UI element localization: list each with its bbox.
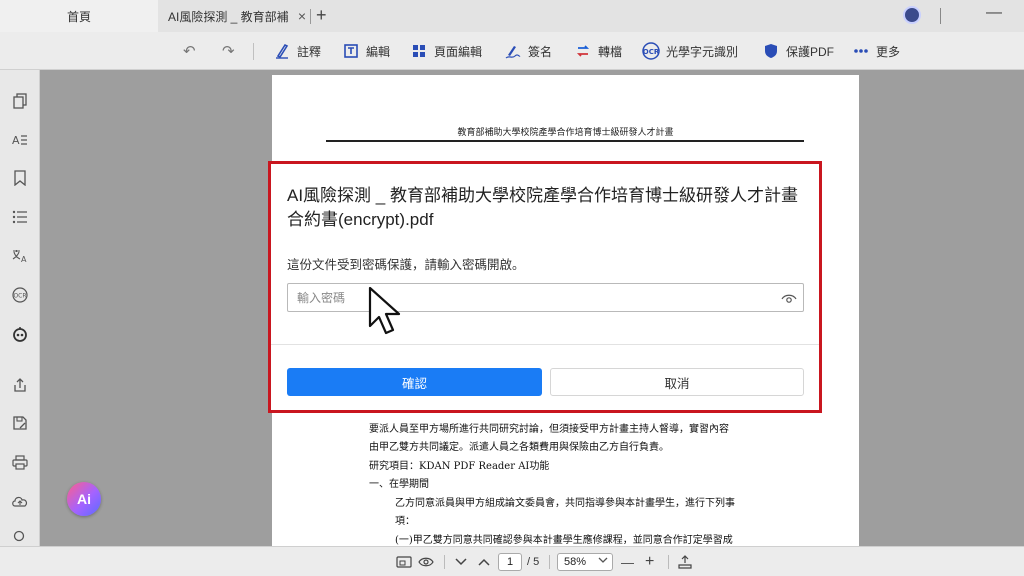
window-divider [940,8,941,24]
prev-page-chevron-up-icon[interactable] [478,547,490,576]
more-button[interactable]: 更多 [852,32,900,70]
undo-button[interactable]: ↶ [183,32,196,70]
zoom-out-button[interactable]: — [621,547,634,576]
dialog-divider [271,344,819,345]
print-icon[interactable] [11,453,29,471]
header-rule [326,140,804,142]
tab-document-label: AI風險探測 _ 教育部補助... [168,9,288,24]
shield-icon [762,42,780,60]
ocr-sidebar-icon[interactable]: OCR [11,286,29,304]
bottom-divider [549,555,550,569]
signature-icon [504,42,522,60]
save-as-icon[interactable] [11,414,29,432]
document-line: 一、在學期間 [369,479,429,490]
convert-label: 轉檔 [598,44,623,59]
ocr-button[interactable]: OCR 光學字元識別 [642,32,738,70]
svg-text:A: A [21,255,27,263]
document-header: 教育部補助大學校院產學合作培育博士級研發人才計畫 [457,128,674,138]
zoom-in-button[interactable]: + [645,547,654,576]
main-toolbar: ↶ ↷ 註釋 編輯 頁面編輯 簽名 轉檔 OCR 光學字元識別 保護PDF 更多 [0,32,1024,70]
page-edit-button[interactable]: 頁面編輯 [410,32,482,70]
account-avatar[interactable] [903,6,921,24]
cancel-button[interactable]: 取消 [550,368,804,396]
more-icon [852,42,870,60]
page-edit-label: 頁面編輯 [434,44,483,59]
page-total: / 5 [527,556,540,568]
svg-text:OCR: OCR [643,48,660,56]
svg-text:OCR: OCR [13,293,26,300]
zoom-select[interactable]: 58% [557,553,613,571]
ai-assistant-icon[interactable] [11,325,29,343]
password-input[interactable] [287,283,804,312]
eye-icon[interactable] [418,547,434,576]
sign-label: 簽名 [528,44,553,59]
more-label: 更多 [876,44,901,59]
new-tab-button[interactable]: + [316,5,327,26]
document-line: 研究項目：KDAN PDF Reader AI功能 [369,461,550,472]
minimize-button[interactable]: — [986,4,1002,22]
zoom-value: 58% [564,556,587,568]
fit-page-icon[interactable] [678,547,692,576]
document-line: (一)甲乙雙方同意共同確認參與本計畫學生應修課程，並同意合作訂定學習成 [395,535,733,546]
cloud-upload-icon[interactable] [11,492,29,510]
edit-label: 編輯 [366,44,391,59]
title-bar: 首頁 AI風險探測 _ 教育部補助... × + — [0,0,1024,32]
document-line: 項： [395,516,415,527]
dialog-message: 這份文件受到密碼保護，請輸入密碼開啟。 [287,258,525,272]
left-sidebar: A A OCR [0,70,40,546]
redo-button[interactable]: ↷ [222,32,235,70]
protect-pdf-button[interactable]: 保護PDF [762,32,834,70]
document-line: 要派人員至甲方場所進行共同研究討論，但須接受甲方計畫主持人督導，實習內容 [369,424,729,435]
ocr-icon: OCR [642,42,660,60]
convert-button[interactable]: 轉檔 [574,32,622,70]
next-page-chevron-down-icon[interactable] [455,547,467,576]
translate-icon[interactable]: A [11,247,29,265]
convert-icon [574,42,592,60]
share-icon[interactable] [11,376,29,394]
page-grid-icon [410,42,428,60]
search-icon[interactable] [11,528,29,546]
page-number-input[interactable]: 1 [498,553,522,571]
dialog-title: AI風險探測 _ 教育部補助大學校院產學合作培育博士級研發人才計畫合約書(enc… [287,186,798,229]
bottom-bar: 1 / 5 58% — + [0,546,1024,576]
svg-text:A: A [12,134,20,147]
mouse-cursor-icon [368,286,401,335]
outline-icon[interactable] [11,208,29,226]
pages-icon[interactable] [11,92,29,110]
edit-button[interactable]: 編輯 [342,32,390,70]
document-line: 由甲乙雙方共同議定。派遣人員之各類費用與保險由乙方自行負責。 [369,442,669,453]
tab-divider [310,9,311,24]
chevron-down-icon [598,556,608,567]
protect-pdf-label: 保護PDF [786,44,835,59]
tab-home[interactable]: 首頁 [0,0,158,32]
text-list-icon[interactable]: A [11,131,29,149]
password-dialog: AI風險探測 _ 教育部補助大學校院產學合作培育博士級研發人才計畫合約書(enc… [268,161,822,413]
annotate-label: 註釋 [297,44,322,59]
show-password-eye-icon[interactable] [781,291,797,303]
bottom-divider [444,555,445,569]
view-mode-icon[interactable] [396,547,412,576]
edit-icon [342,42,360,60]
ocr-label: 光學字元識別 [666,44,739,59]
bookmark-icon[interactable] [11,169,29,187]
tab-close-icon[interactable]: × [298,8,306,24]
tab-document[interactable]: AI風險探測 _ 教育部補助... × [160,0,310,32]
ai-assistant-button[interactable]: Ai [67,482,101,516]
document-line: 乙方同意派員與甲方組成論文委員會，共同指導參與本計畫學生，進行下列事 [395,498,735,509]
tab-home-label: 首頁 [66,9,91,24]
pen-icon [273,42,291,60]
bottom-divider [668,555,669,569]
annotate-button[interactable]: 註釋 [273,32,321,70]
toolbar-divider [253,43,254,60]
confirm-button[interactable]: 確認 [287,368,542,396]
sign-button[interactable]: 簽名 [504,32,552,70]
